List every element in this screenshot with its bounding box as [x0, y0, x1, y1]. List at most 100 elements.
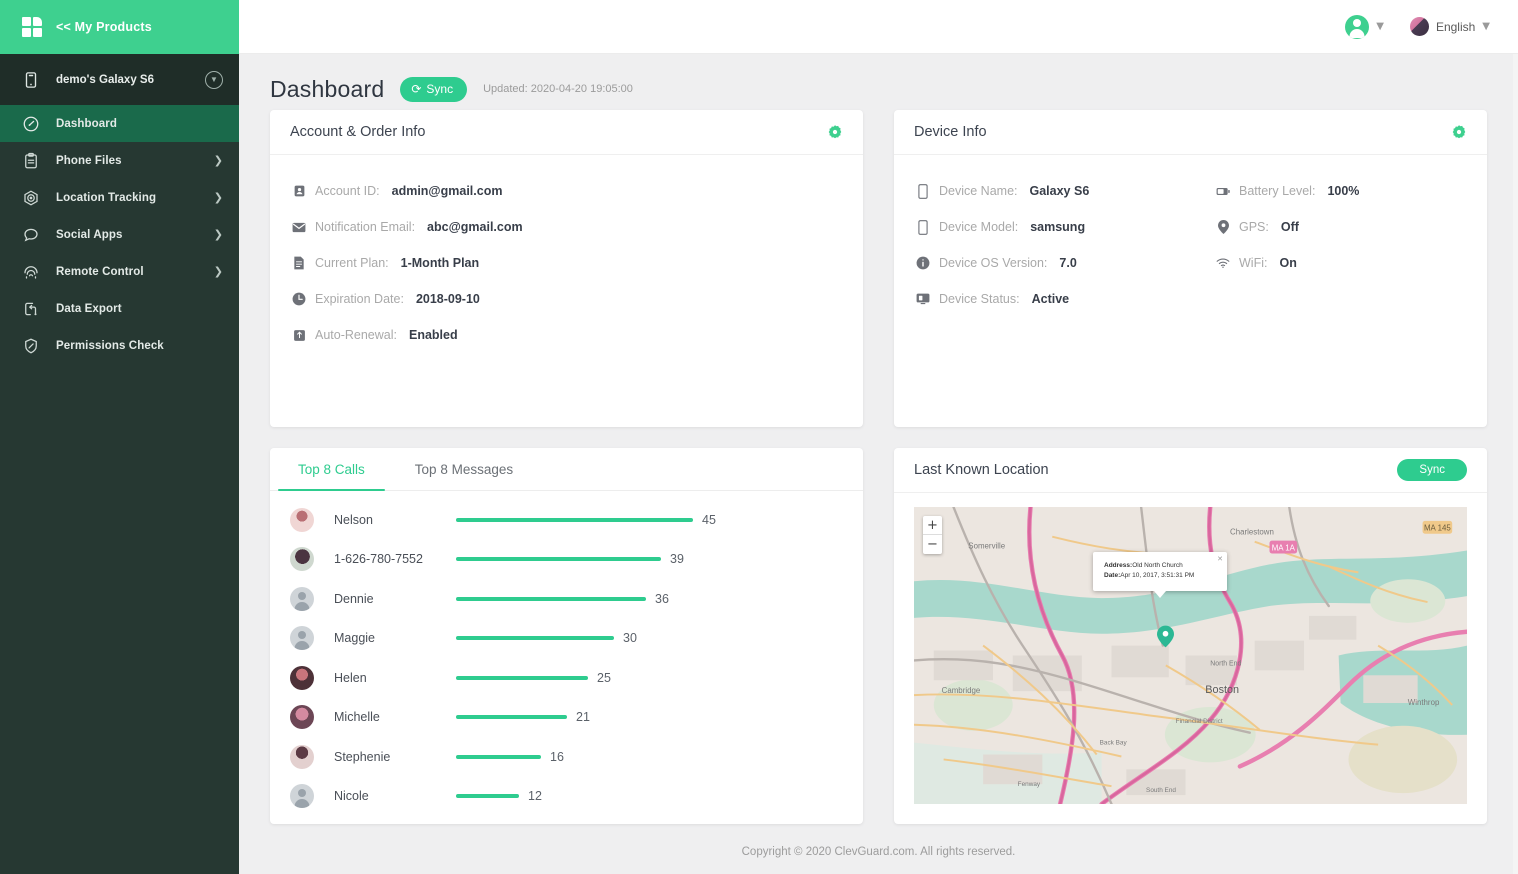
footer: Copyright © 2020 ClevGuard.com. All righ… [270, 830, 1487, 874]
tab-top-8-calls[interactable]: Top 8 Calls [278, 448, 385, 491]
avatar [290, 507, 314, 532]
svg-text:MA 1A: MA 1A [1272, 544, 1296, 553]
map[interactable]: US 1 MA 1A MA 145 Somerville Cambridge [914, 507, 1467, 804]
info-label: Device Status: [939, 292, 1020, 306]
bar [456, 596, 646, 601]
zoom-out-button[interactable]: − [923, 535, 942, 554]
phone-icon [22, 71, 40, 89]
table-row[interactable]: 1-626-780-7552 39 [290, 540, 843, 580]
sidebar-item-permissions-check[interactable]: Permissions Check [0, 327, 239, 364]
export-icon [22, 300, 40, 318]
info-value: 7.0 [1059, 256, 1077, 270]
popup-date-value: Apr 10, 2017, 3:51:31 PM [1120, 571, 1195, 579]
sidebar-item-dashboard[interactable]: Dashboard [0, 105, 239, 142]
contact-name: Michelle [334, 710, 380, 725]
bar-value: 25 [597, 670, 611, 685]
svg-text:Cambridge: Cambridge [942, 686, 981, 695]
table-row[interactable]: Michelle 21 [290, 698, 843, 738]
sidebar-item-data-export[interactable]: Data Export [0, 290, 239, 327]
svg-text:Back Bay: Back Bay [1100, 740, 1128, 747]
sidebar-device-label: demo's Galaxy S6 [56, 73, 154, 86]
chevron-right-icon: ❯ [213, 191, 223, 204]
sidebar-brand-my-products[interactable]: << My Products [0, 0, 239, 54]
card-title: Device Info [914, 124, 987, 140]
monitor-icon [916, 292, 930, 307]
map-zoom-controls[interactable]: + − [923, 516, 942, 554]
tab-top-8-messages[interactable]: Top 8 Messages [407, 448, 521, 490]
svg-text:Boston: Boston [1205, 684, 1239, 696]
bar [456, 636, 614, 641]
bar-value: 45 [702, 512, 716, 527]
table-row[interactable]: Helen 25 [290, 658, 843, 698]
info-label: Current Plan: [315, 256, 389, 270]
bar [456, 715, 567, 720]
bar-container: 36 [456, 592, 843, 606]
battery-icon [1216, 184, 1230, 199]
info-icon [916, 256, 930, 271]
renew-icon [292, 328, 306, 343]
svg-text:North End: North End [1210, 660, 1241, 667]
popup-address-label: Address: [1104, 562, 1133, 569]
bar-container: 16 [456, 750, 843, 764]
sidebar-item-label: Permissions Check [56, 339, 164, 352]
contact-card-icon [292, 184, 306, 199]
bar [456, 754, 541, 759]
account-menu[interactable]: ▼ [1345, 14, 1384, 39]
svg-text:Financial District: Financial District [1176, 718, 1223, 725]
calls-tabs: Top 8 Calls Top 8 Messages [270, 448, 863, 491]
device-info-right-column: Battery Level: 100% GPS: Off WiFi: On [1216, 173, 1465, 409]
table-row[interactable]: Dennie 36 [290, 579, 843, 619]
location-sync-button[interactable]: Sync [1397, 459, 1467, 481]
gear-icon[interactable] [827, 124, 843, 140]
tab-label: Top 8 Calls [298, 461, 365, 477]
contact-name: Nelson [334, 512, 373, 527]
bar [456, 557, 661, 562]
table-row[interactable]: Stephenie 16 [290, 737, 843, 777]
sidebar-device-selector[interactable]: demo's Galaxy S6 ▼ [0, 54, 239, 105]
svg-text:South End: South End [1146, 787, 1176, 794]
content-area: Dashboard ⟳ Sync Updated: 2020-04-20 19:… [239, 54, 1518, 874]
sidebar-item-label: Phone Files [56, 154, 122, 167]
sidebar-item-remote-control[interactable]: Remote Control ❯ [0, 253, 239, 290]
info-label: WiFi: [1239, 256, 1268, 270]
phone-icon [916, 183, 930, 199]
document-icon [292, 256, 306, 271]
tab-label: Top 8 Messages [414, 461, 514, 477]
avatar [290, 744, 314, 769]
bar-container: 12 [456, 789, 843, 803]
gear-icon[interactable] [1451, 124, 1467, 140]
sync-button-label: Sync [426, 82, 454, 96]
sidebar-item-phone-files[interactable]: Phone Files ❯ [0, 142, 239, 179]
sync-button[interactable]: ⟳ Sync [400, 76, 468, 102]
contact-name: Helen [334, 670, 367, 685]
zoom-in-button[interactable]: + [923, 516, 942, 535]
svg-text:Charlestown: Charlestown [1230, 528, 1274, 537]
info-row-notification-email: Notification Email: abc@gmail.com [292, 209, 841, 245]
language-selector[interactable]: English ▼ [1409, 17, 1490, 36]
popup-address-value: Old North Church [1132, 562, 1183, 569]
refresh-icon: ⟳ [411, 82, 422, 96]
sidebar-item-location-tracking[interactable]: Location Tracking ❯ [0, 179, 239, 216]
grid-icon [22, 17, 42, 37]
map-container: US 1 MA 1A MA 145 Somerville Cambridge [894, 493, 1487, 824]
info-row-device-status: Device Status: Active [916, 281, 1216, 317]
scrollbar-track[interactable] [1513, 54, 1518, 874]
info-label: Device OS Version: [939, 256, 1048, 270]
clipboard-icon [22, 152, 40, 170]
table-row[interactable]: Nelson 45 [290, 500, 843, 540]
map-pin-icon[interactable] [1157, 625, 1174, 648]
contact-name: Stephenie [334, 749, 391, 764]
map-info-popup: ✕ Address:Old North Church Date:Apr 10, … [1093, 552, 1227, 597]
target-icon [22, 189, 40, 207]
sidebar-item-label: Social Apps [56, 228, 123, 241]
bar-value: 12 [528, 789, 542, 804]
sidebar-item-label: Remote Control [56, 265, 144, 278]
sidebar-item-social-apps[interactable]: Social Apps ❯ [0, 216, 239, 253]
info-row-account-id: Account ID: admin@gmail.com [292, 173, 841, 209]
chevron-down-icon[interactable]: ▼ [205, 70, 223, 89]
info-value: Enabled [409, 328, 458, 342]
table-row[interactable]: Nicole 12 [290, 777, 843, 817]
close-icon[interactable]: ✕ [1217, 554, 1223, 565]
table-row[interactable]: Maggie 30 [290, 619, 843, 659]
info-label: Account ID: [315, 184, 380, 198]
